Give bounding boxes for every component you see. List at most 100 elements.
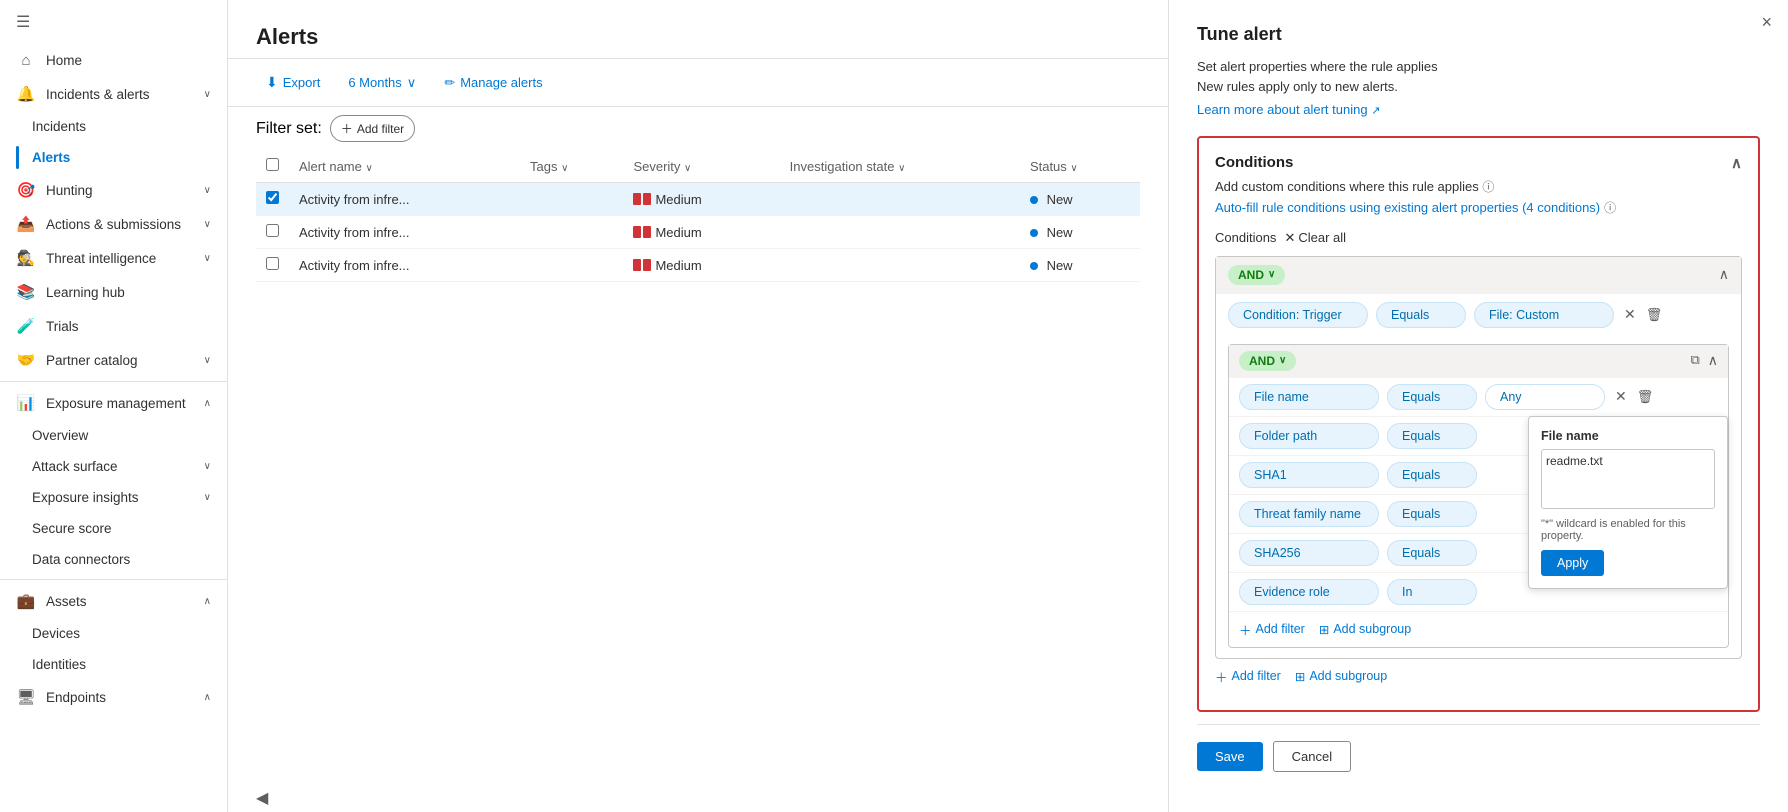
collapse-icon[interactable]: ∧ bbox=[1708, 352, 1718, 369]
cancel-button[interactable]: Cancel bbox=[1273, 741, 1351, 772]
field-pill-threatfamily[interactable]: Threat family name bbox=[1239, 501, 1379, 527]
sidebar-item-learning-hub[interactable]: 📚 Learning hub bbox=[0, 275, 227, 309]
col-investigation-state[interactable]: Investigation state ∨ bbox=[780, 150, 1020, 183]
assets-icon: 💼 bbox=[16, 592, 36, 610]
sidebar-item-endpoints[interactable]: 🖥 Endpoints ∧ bbox=[0, 680, 227, 714]
collapse-icon[interactable]: ∧ bbox=[1719, 266, 1729, 283]
chevron-down-icon: ∨ bbox=[204, 355, 211, 366]
sidebar-item-identities[interactable]: Identities bbox=[16, 649, 227, 680]
sidebar-item-label: Partner catalog bbox=[46, 353, 138, 368]
sidebar-item-assets[interactable]: 💼 Assets ∧ bbox=[0, 584, 227, 618]
panel-desc-line2: New rules apply only to new alerts. bbox=[1197, 77, 1760, 97]
sidebar-item-incidents-alerts[interactable]: 🔔 Incidents & alerts ∨ bbox=[0, 77, 227, 111]
severity-cell: Medium bbox=[623, 249, 779, 282]
severity-cell: Medium bbox=[623, 216, 779, 249]
sidebar-item-label: Incidents bbox=[32, 119, 86, 134]
conditions-box-title: Conditions ∧ bbox=[1215, 154, 1742, 172]
operator-pill-equals[interactable]: Equals bbox=[1387, 540, 1477, 566]
save-button[interactable]: Save bbox=[1197, 742, 1263, 771]
add-filter-button[interactable]: ＋ Add filter bbox=[330, 115, 415, 142]
export-button[interactable]: ⬇ Export bbox=[256, 69, 330, 96]
scroll-left-icon[interactable]: ◀ bbox=[256, 788, 268, 808]
sidebar-item-actions-submissions[interactable]: 📤 Actions & submissions ∨ bbox=[0, 207, 227, 241]
operator-pill-equals[interactable]: Equals bbox=[1387, 423, 1477, 449]
add-filter-label: Add filter bbox=[1232, 669, 1281, 683]
manage-alerts-button[interactable]: ✏ Manage alerts bbox=[434, 70, 552, 96]
panel-close-button[interactable]: × bbox=[1761, 12, 1772, 33]
operator-pill-equals[interactable]: Equals bbox=[1387, 462, 1477, 488]
copy-icon[interactable]: ⧉ bbox=[1690, 352, 1699, 369]
sidebar-item-devices[interactable]: Devices bbox=[16, 618, 227, 649]
file-custom-pill[interactable]: File: Custom bbox=[1474, 302, 1614, 328]
sidebar-item-overview[interactable]: Overview bbox=[16, 420, 227, 451]
equals-pill[interactable]: Equals bbox=[1376, 302, 1466, 328]
table-row[interactable]: Activity from infre... Medium bbox=[256, 183, 1140, 216]
field-pill-folderpath[interactable]: Folder path bbox=[1239, 423, 1379, 449]
sidebar-item-attack-surface[interactable]: Attack surface ∨ bbox=[16, 451, 227, 482]
add-filter-label: Add filter bbox=[1256, 622, 1305, 636]
field-pill-sha256[interactable]: SHA256 bbox=[1239, 540, 1379, 566]
status-dot bbox=[1030, 262, 1038, 270]
outer-add-subgroup-button[interactable]: ⊞ Add subgroup bbox=[1295, 669, 1387, 684]
sidebar-item-data-connectors[interactable]: Data connectors bbox=[16, 544, 227, 575]
sidebar-item-secure-score[interactable]: Secure score bbox=[16, 513, 227, 544]
file-name-input[interactable]: readme.txt bbox=[1541, 449, 1715, 509]
inner-and-badge[interactable]: AND ∨ bbox=[1239, 351, 1296, 371]
inner-add-filter-button[interactable]: ＋ Add filter bbox=[1239, 620, 1305, 639]
col-tags[interactable]: Tags ∨ bbox=[520, 150, 623, 183]
sidebar-item-home[interactable]: ⌂ Home bbox=[0, 44, 227, 77]
sidebar-item-label: Attack surface bbox=[32, 459, 118, 474]
delete-condition-button[interactable]: ✕ bbox=[1624, 306, 1636, 323]
severity-label: Medium bbox=[655, 225, 701, 240]
row-checkbox[interactable] bbox=[266, 257, 279, 270]
apply-button[interactable]: Apply bbox=[1541, 550, 1604, 576]
outer-add-filter-button[interactable]: ＋ Add filter bbox=[1215, 667, 1281, 686]
autofill-link[interactable]: Auto-fill rule conditions using existing… bbox=[1215, 199, 1742, 216]
sidebar-item-label: Actions & submissions bbox=[46, 217, 181, 232]
outer-and-badge[interactable]: AND ∨ bbox=[1228, 265, 1285, 285]
inner-add-subgroup-button[interactable]: ⊞ Add subgroup bbox=[1319, 622, 1411, 637]
field-pill-evidencerole[interactable]: Evidence role bbox=[1239, 579, 1379, 605]
table-row[interactable]: Activity from infre... Medium bbox=[256, 249, 1140, 282]
col-status[interactable]: Status ∨ bbox=[1020, 150, 1140, 183]
sidebar-item-trials[interactable]: 🧪 Trials bbox=[0, 309, 227, 343]
sidebar-item-alerts[interactable]: Alerts bbox=[16, 142, 227, 173]
inner-add-row: ＋ Add filter ⊞ Add subgroup bbox=[1229, 611, 1728, 647]
trigger-condition-row: Condition: Trigger Equals File: Custom ✕… bbox=[1216, 293, 1741, 336]
sidebar: ☰ ⌂ Home 🔔 Incidents & alerts ∨ Incident… bbox=[0, 0, 228, 812]
months-dropdown-button[interactable]: 6 Months ∨ bbox=[338, 70, 426, 96]
condition-trigger-pill[interactable]: Condition: Trigger bbox=[1228, 302, 1368, 328]
status-label: New bbox=[1047, 258, 1073, 273]
operator-pill-equals[interactable]: Equals bbox=[1387, 501, 1477, 527]
conditions-collapse-icon[interactable]: ∧ bbox=[1731, 154, 1742, 172]
field-pill-filename[interactable]: File name bbox=[1239, 384, 1379, 410]
select-all-checkbox[interactable] bbox=[266, 158, 279, 171]
sev-sq1 bbox=[633, 226, 641, 238]
sidebar-item-exposure-insights[interactable]: Exposure insights ∨ bbox=[16, 482, 227, 513]
sidebar-item-exposure-management[interactable]: 📊 Exposure management ∧ bbox=[0, 386, 227, 420]
table-row[interactable]: Activity from infre... Medium bbox=[256, 216, 1140, 249]
sidebar-item-threat-intelligence[interactable]: 🕵 Threat intelligence ∨ bbox=[0, 241, 227, 275]
delete-row-icon[interactable]: 🗑 bbox=[1637, 389, 1654, 405]
sev-sq1 bbox=[633, 259, 641, 271]
clear-all-button[interactable]: ✕ Clear all bbox=[1284, 230, 1346, 246]
delete-row-button[interactable]: 🗑 bbox=[1646, 307, 1663, 323]
field-pill-sha1[interactable]: SHA1 bbox=[1239, 462, 1379, 488]
sidebar-item-incidents[interactable]: Incidents bbox=[16, 111, 227, 142]
operator-pill-equals[interactable]: Equals bbox=[1387, 384, 1477, 410]
learn-more-link[interactable]: Learn more about alert tuning bbox=[1197, 102, 1368, 117]
col-severity[interactable]: Severity ∨ bbox=[623, 150, 779, 183]
hamburger-icon[interactable]: ☰ bbox=[0, 0, 227, 44]
col-alert-name[interactable]: Alert name ∨ bbox=[289, 150, 520, 183]
operator-pill-in[interactable]: In bbox=[1387, 579, 1477, 605]
sidebar-item-label: Data connectors bbox=[32, 552, 130, 567]
months-label: 6 Months bbox=[348, 75, 401, 90]
alerts-table-area: Alert name ∨ Tags ∨ Severity ∨ Investiga… bbox=[228, 150, 1168, 784]
row-checkbox[interactable] bbox=[266, 191, 279, 204]
delete-value-button[interactable]: ✕ bbox=[1615, 388, 1627, 405]
sidebar-item-hunting[interactable]: 🎯 Hunting ∨ bbox=[0, 173, 227, 207]
value-pill-any[interactable]: Any bbox=[1485, 384, 1605, 410]
sidebar-item-partner-catalog[interactable]: 🤝 Partner catalog ∨ bbox=[0, 343, 227, 377]
trials-icon: 🧪 bbox=[16, 317, 36, 335]
row-checkbox[interactable] bbox=[266, 224, 279, 237]
